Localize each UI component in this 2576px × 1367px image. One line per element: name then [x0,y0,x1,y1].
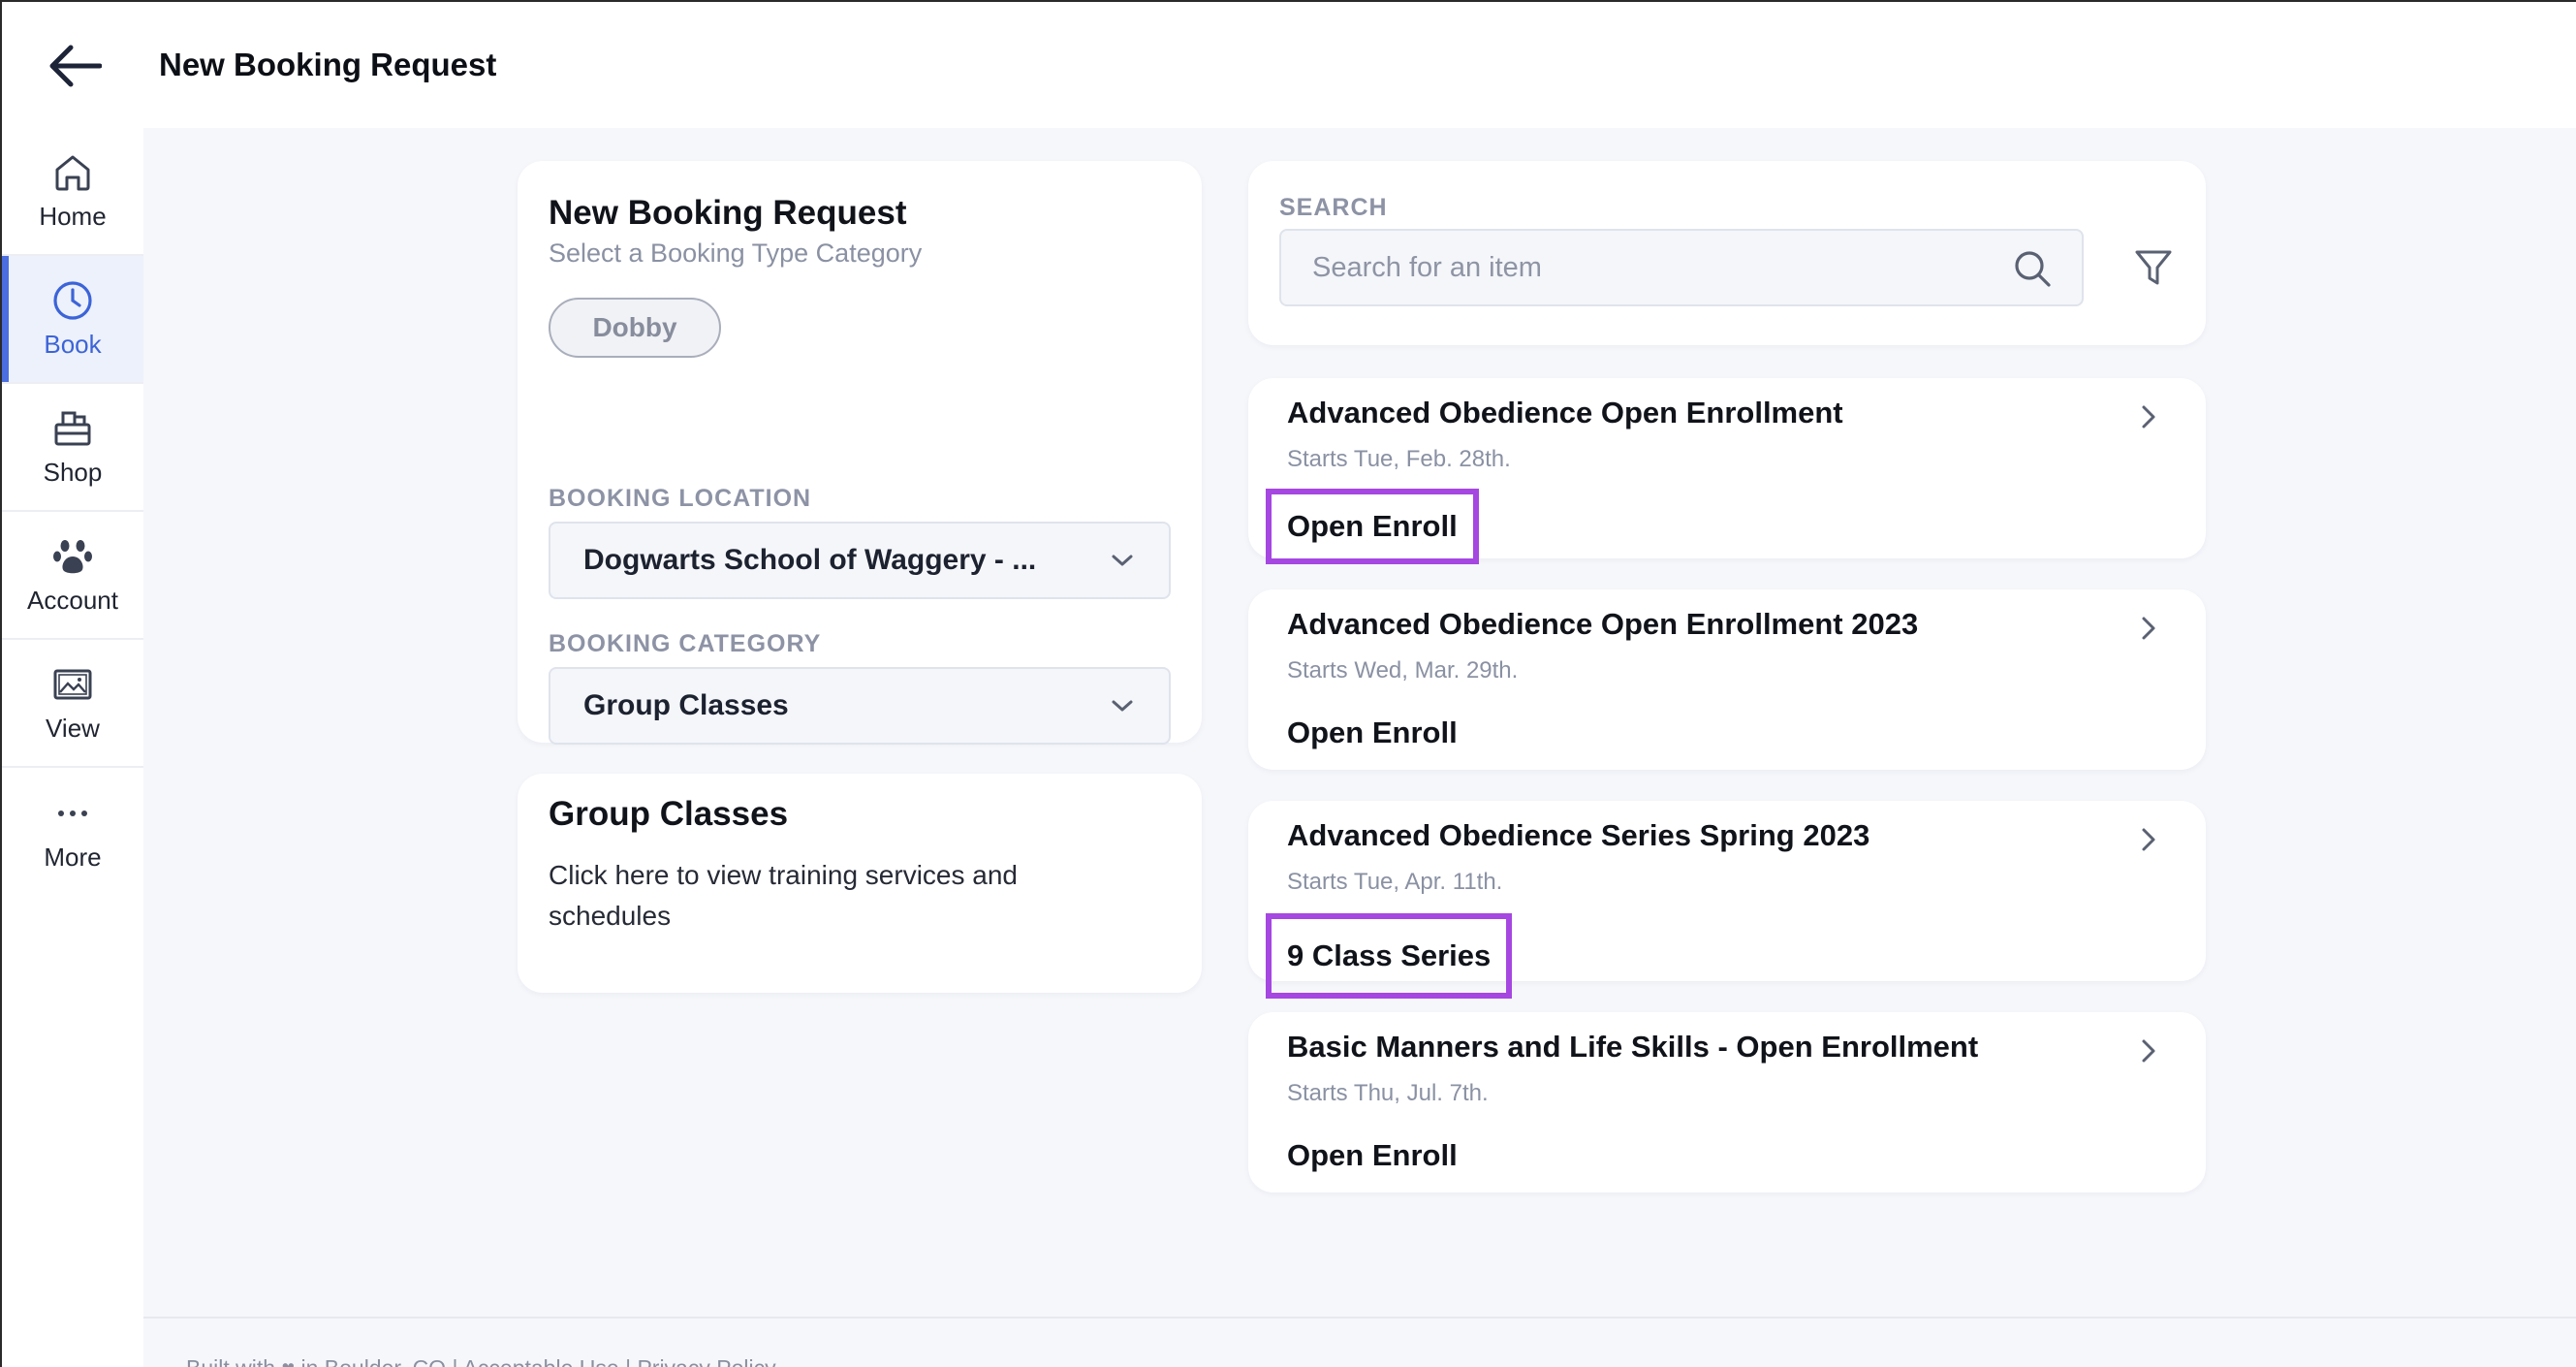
booking-card-title: New Booking Request [549,194,907,232]
sidebar-nav: Home Book Shop Account View More [2,128,143,1367]
chevron-right-icon [2134,611,2163,646]
group-classes-description: Click here to view training services and… [549,860,1018,931]
filter-icon[interactable] [2132,246,2175,289]
privacy-policy-link[interactable]: Privacy Policy [637,1355,775,1367]
pet-chip[interactable]: Dobby [549,298,721,358]
back-button[interactable] [41,37,109,95]
sidebar-item-label: Account [27,585,118,615]
footer-location: in Boulder, CO [300,1355,446,1367]
item-date: Starts Wed, Mar. 29th. [1287,657,1519,684]
footer: Built with ♥ in Boulder, CO | Acceptable… [186,1355,776,1367]
item-tag: 9 Class Series [1265,913,1513,999]
footer-separator: | [452,1355,457,1367]
footer-separator: | [625,1355,631,1367]
list-item[interactable]: Advanced Obedience Open Enrollment 2023 … [1248,589,2206,770]
booking-location-select[interactable]: Dogwarts School of Waggery - ... [549,522,1171,599]
booking-request-card: New Booking Request Select a Booking Typ… [518,161,1202,745]
home-icon [51,151,94,194]
sidebar-item-label: More [44,842,102,872]
sidebar-item-shop[interactable]: Shop [2,384,143,512]
item-tag: Open Enroll [1266,489,1479,564]
heart-icon: ♥ [281,1355,295,1367]
sidebar-item-label: Home [39,201,107,231]
item-date: Starts Tue, Feb. 28th. [1287,446,1511,472]
sidebar-item-book[interactable]: Book [2,256,143,384]
chevron-down-icon [1109,547,1136,574]
search-card: SEARCH [1248,161,2206,345]
booking-category-value: Group Classes [583,689,789,721]
sidebar-item-label: Shop [43,457,103,487]
list-item[interactable]: Advanced Obedience Open Enrollment Start… [1248,378,2206,564]
shop-icon [51,407,94,450]
image-icon [51,663,94,706]
group-classes-card[interactable]: Group Classes Click here to view trainin… [518,774,1202,993]
chevron-right-icon [2134,1033,2163,1068]
booking-category-select[interactable]: Group Classes [549,667,1171,745]
booking-location-value: Dogwarts School of Waggery - ... [583,544,1037,576]
footer-divider [143,1317,2576,1319]
chevron-right-icon [2134,399,2163,434]
sidebar-item-label: Book [44,329,102,359]
booking-category-label: BOOKING CATEGORY [549,630,822,657]
list-item[interactable]: Basic Manners and Life Skills - Open Enr… [1248,1012,2206,1192]
item-tag: Open Enroll [1287,715,1458,749]
more-icon [51,792,94,835]
item-tag: Open Enroll [1287,1138,1458,1172]
item-date: Starts Tue, Apr. 11th. [1287,869,1503,895]
item-title: Advanced Obedience Series Spring 2023 [1287,818,1870,852]
arrow-left-icon [49,45,102,87]
sidebar-item-view[interactable]: View [2,640,143,768]
acceptable-use-link[interactable]: Acceptable Use [463,1355,619,1367]
item-title: Advanced Obedience Open Enrollment 2023 [1287,607,1919,641]
item-date: Starts Thu, Jul. 7th. [1287,1080,1489,1106]
search-input[interactable] [1281,231,1998,304]
main-content: New Booking Request Select a Booking Typ… [143,128,2576,1367]
group-classes-title: Group Classes [549,795,789,833]
search-label: SEARCH [1279,194,1388,221]
item-title: Advanced Obedience Open Enrollment [1287,396,1843,429]
app-header: New Booking Request [2,2,2576,128]
clock-icon [51,279,94,322]
page-title: New Booking Request [159,47,497,82]
search-icon[interactable] [2012,248,2053,289]
chevron-down-icon [1109,692,1136,719]
sidebar-item-more[interactable]: More [2,768,143,896]
paw-icon [51,535,94,578]
chevron-right-icon [2134,822,2163,857]
sidebar-item-label: View [46,713,100,743]
footer-built-with: Built with [186,1355,275,1367]
booking-location-label: BOOKING LOCATION [549,485,812,512]
booking-card-subtitle: Select a Booking Type Category [549,238,923,268]
item-title: Basic Manners and Life Skills - Open Enr… [1287,1030,1979,1064]
sidebar-item-home[interactable]: Home [2,128,143,256]
list-item[interactable]: Advanced Obedience Series Spring 2023 St… [1248,801,2206,999]
sidebar-item-account[interactable]: Account [2,512,143,640]
search-box [1279,229,2084,306]
